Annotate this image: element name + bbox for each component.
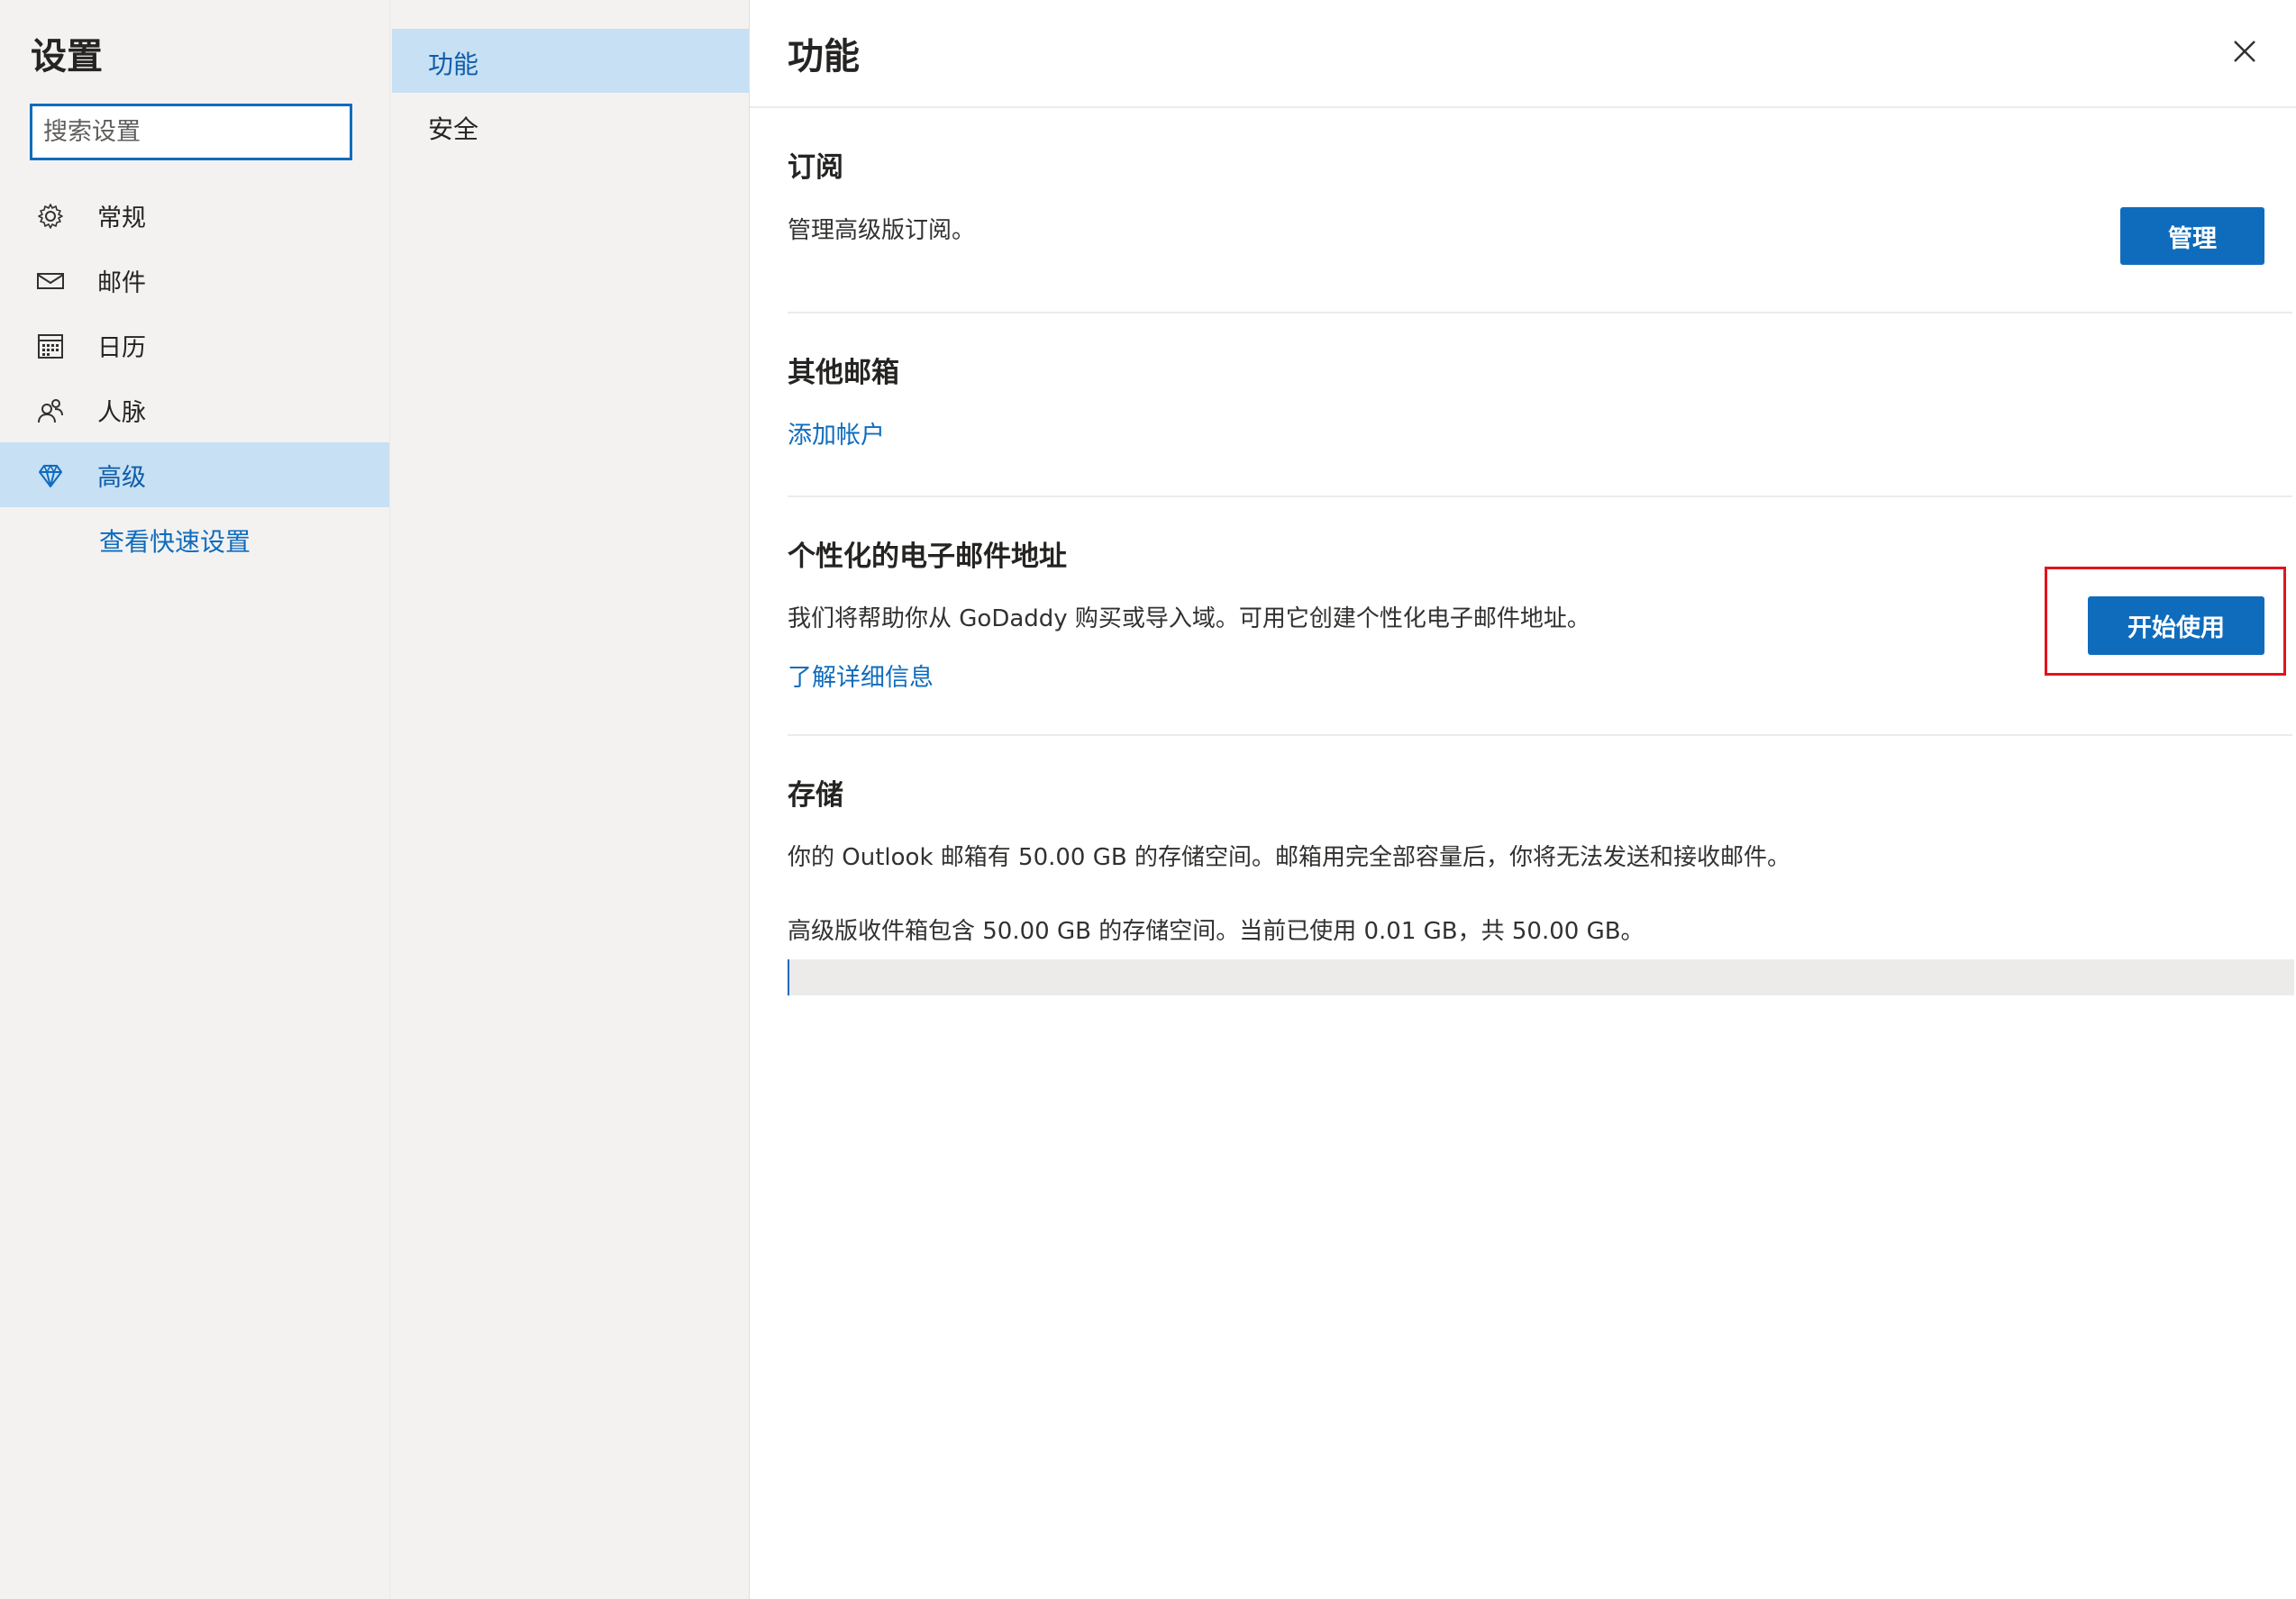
storage-description: 你的 Outlook 邮箱有 50.00 GB 的存储空间。邮箱用完全部容量后，… — [788, 844, 1790, 871]
sidebar-item-people[interactable]: 人脉 — [0, 377, 389, 442]
calendar-icon — [36, 332, 65, 360]
sidebar-item-label: 高级 — [97, 463, 146, 492]
diamond-icon — [36, 461, 65, 490]
subnav-panel: 功能 安全 — [389, 0, 750, 1599]
subnav-item-label: 功能 — [428, 50, 479, 79]
subnav-item-features[interactable]: 功能 — [392, 29, 749, 93]
sidebar-item-label: 人脉 — [97, 398, 146, 427]
close-icon — [2234, 41, 2255, 62]
main-panel: 功能 订阅 管理高级版订阅。 管理 其他邮箱 添加帐户 个性化的电子邮件地址 我… — [750, 0, 2296, 1599]
manage-button[interactable]: 管理 — [2120, 207, 2264, 265]
settings-title: 设置 — [31, 36, 103, 77]
search-input[interactable] — [30, 104, 352, 160]
page-title: 功能 — [788, 36, 860, 77]
storage-progress-fill — [788, 959, 789, 995]
storage-usage-text: 高级版收件箱包含 50.00 GB 的存储空间。当前已使用 0.01 GB，共 … — [788, 918, 1645, 945]
close-button[interactable] — [2228, 34, 2262, 68]
subscription-description: 管理高级版订阅。 — [788, 217, 976, 244]
sidebar-item-calendar[interactable]: 日历 — [0, 313, 389, 377]
sidebar-item-label: 常规 — [97, 204, 146, 232]
sidebar-item-mail[interactable]: 邮件 — [0, 248, 389, 313]
sidebar-item-label: 日历 — [97, 333, 146, 362]
personalized-email-title: 个性化的电子邮件地址 — [788, 541, 1067, 573]
sidebar-item-general[interactable]: 常规 — [0, 183, 389, 248]
gear-icon — [36, 202, 65, 231]
storage-progress-bar — [788, 959, 2294, 995]
subnav-item-security[interactable]: 安全 — [392, 94, 749, 158]
subscription-title: 订阅 — [788, 151, 843, 184]
personalized-email-description: 我们将帮助你从 GoDaddy 购买或导入域。可用它创建个性化电子邮件地址。 — [788, 605, 1590, 632]
divider — [788, 312, 2292, 313]
view-quick-settings-link[interactable]: 查看快速设置 — [99, 522, 251, 559]
storage-title: 存储 — [788, 779, 843, 812]
divider — [788, 495, 2292, 497]
divider — [788, 734, 2292, 736]
learn-more-link[interactable]: 了解详细信息 — [788, 658, 934, 693]
get-started-button[interactable]: 开始使用 — [2088, 596, 2264, 655]
header-divider — [750, 106, 2296, 108]
sidebar-item-premium[interactable]: 高级 — [0, 442, 389, 507]
settings-sidebar: 设置 常规 邮件 日历 人脉 高级 查看快速设置 — [0, 0, 389, 1599]
sidebar-item-label: 邮件 — [97, 268, 146, 297]
other-mailboxes-title: 其他邮箱 — [788, 357, 899, 389]
people-icon — [36, 396, 65, 425]
mail-icon — [36, 267, 65, 295]
subnav-item-label: 安全 — [428, 114, 479, 144]
add-account-link[interactable]: 添加帐户 — [788, 415, 885, 450]
